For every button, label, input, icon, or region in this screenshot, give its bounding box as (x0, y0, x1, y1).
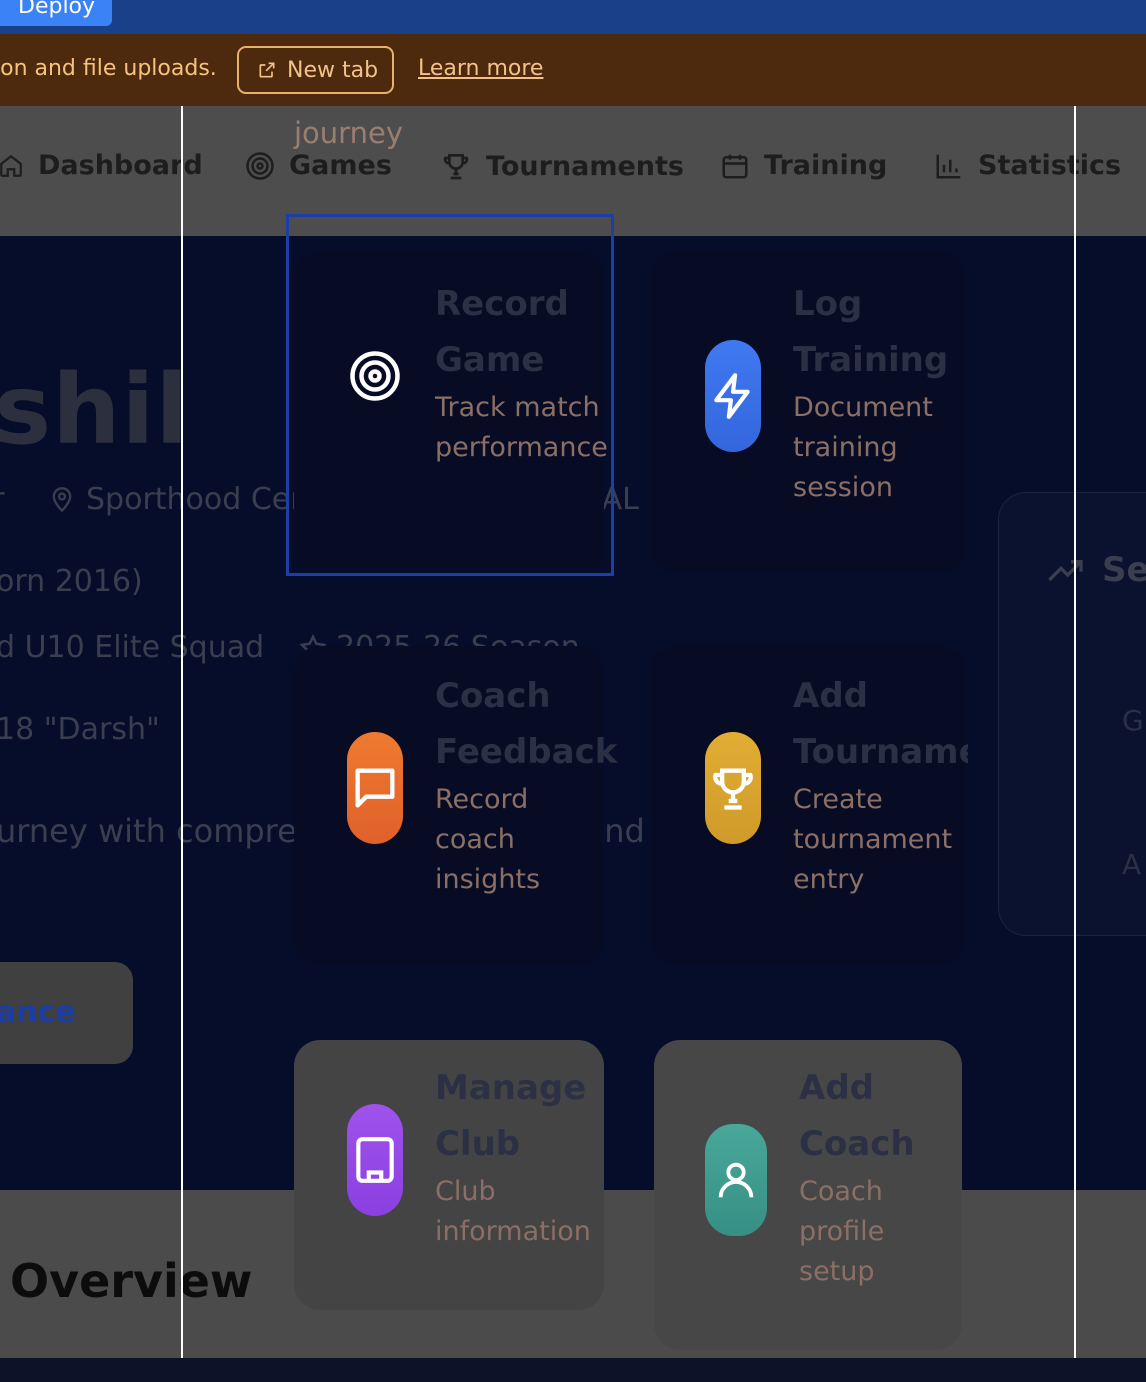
learn-more-link[interactable]: Learn more (418, 56, 543, 81)
new-tab-button[interactable]: New tab (237, 46, 394, 94)
nav-journey-label: journey (294, 116, 403, 150)
action-title: Feedback (435, 732, 618, 772)
action-title: Log (793, 284, 863, 324)
manage-club-icon-pill (347, 1104, 403, 1216)
action-title: Manage (435, 1068, 587, 1108)
season-card-line2: A (1122, 848, 1142, 881)
player-born: orn 2016) (0, 564, 143, 599)
new-tab-label: New tab (287, 57, 379, 83)
action-title: Coach (799, 1124, 915, 1164)
action-title: Tourname (793, 732, 968, 772)
log-training-text: Log Training Document training session (793, 276, 963, 508)
nav-label: Training (764, 150, 888, 181)
bottom-bar (0, 1358, 1146, 1382)
action-subtitle: tournament (793, 824, 953, 855)
nav-label: Games (289, 150, 392, 181)
building-icon (356, 1137, 394, 1183)
coach-feedback-icon-pill (347, 732, 403, 844)
overview-title: Overview (10, 1254, 253, 1308)
action-subtitle: Coach (799, 1176, 883, 1207)
action-subtitle: training (793, 432, 898, 463)
add-coach-text: Add Coach Coach profile setup (799, 1060, 969, 1292)
performance-button[interactable]: ance (0, 962, 133, 1064)
add-tournament-icon-pill (705, 732, 761, 844)
guide-line-left (181, 106, 183, 1358)
nav-item-dashboard[interactable]: Dashboard (0, 150, 203, 181)
player-nickname: 18 "Darsh" (0, 712, 160, 747)
manage-club-text: Manage Club Club information (435, 1060, 605, 1252)
nav-item-games[interactable]: Games (245, 150, 392, 181)
nav-item-training[interactable]: Training (720, 150, 887, 181)
action-title: Add (799, 1068, 874, 1108)
season-card-title: Se (1102, 550, 1146, 590)
nav-label: Tournaments (486, 150, 685, 182)
bar-chart-icon (936, 154, 961, 178)
trophy-icon (443, 154, 469, 180)
action-subtitle: insights (435, 864, 541, 895)
deploy-button[interactable]: Deploy (0, 0, 112, 26)
add-coach-icon-pill (705, 1124, 767, 1236)
home-icon (0, 154, 22, 177)
action-title: Training (793, 340, 949, 380)
map-pin-icon (52, 486, 72, 512)
player-role: r (0, 482, 4, 517)
action-subtitle: Document (793, 392, 933, 423)
action-subtitle: entry (793, 864, 865, 895)
action-title: Coach (435, 676, 551, 716)
nav-label: Dashboard (38, 150, 203, 181)
action-title: Add (793, 676, 868, 716)
coach-feedback-text: Coach Feedback Record coach insights (435, 668, 618, 900)
action-subtitle: profile (799, 1216, 885, 1247)
log-training-icon-pill (705, 340, 761, 452)
chat-icon (355, 768, 395, 808)
season-card-header: Se (1046, 550, 1146, 590)
action-subtitle: Record (435, 784, 529, 815)
deploy-bar (0, 0, 1146, 34)
action-title: Club (435, 1124, 521, 1164)
player-name: shil (0, 354, 190, 466)
trophy-icon (713, 768, 753, 810)
banner-message: ion and file uploads. (0, 56, 217, 81)
nav-label: Statistics (978, 150, 1122, 181)
action-subtitle: coach (435, 824, 515, 855)
deploy-label: Deploy (18, 0, 96, 19)
calendar-icon (722, 154, 748, 178)
nav-item-statistics[interactable]: Statistics (934, 150, 1121, 181)
player-squad: d U10 Elite Squad (0, 630, 265, 665)
action-subtitle: information (435, 1216, 591, 1247)
action-subtitle: setup (799, 1256, 875, 1287)
action-subtitle: session (793, 472, 893, 503)
season-card-line1: G (1122, 704, 1144, 737)
nav-item-tournaments[interactable]: Tournaments (440, 150, 684, 182)
lightning-icon (714, 373, 750, 419)
guide-line-right (1074, 106, 1076, 1358)
action-subtitle: Create (793, 784, 883, 815)
action-subtitle: Club (435, 1176, 496, 1207)
target-icon (246, 151, 274, 180)
user-icon (718, 1162, 754, 1198)
trending-up-icon (1048, 560, 1083, 582)
external-link-icon (259, 62, 275, 78)
focus-outline (286, 214, 614, 576)
add-tournament-text: Add Tourname Create tournament entry (793, 668, 968, 900)
